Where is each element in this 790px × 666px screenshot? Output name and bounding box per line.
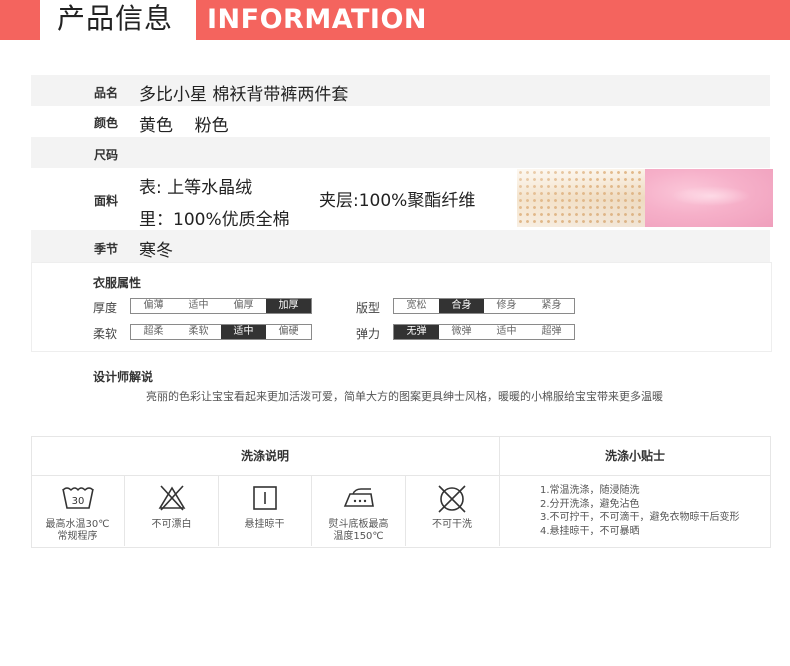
svg-text:30: 30 [71, 496, 84, 507]
wash-item: 不可干洗 [405, 475, 500, 546]
pink-fabric-fold [671, 186, 751, 206]
name-label: 品名 [94, 86, 119, 100]
elasticity-label: 弹力 [356, 327, 381, 341]
thickness-option-selected: 加厚 [266, 299, 311, 313]
section-title-en: INFORMATION [207, 4, 428, 35]
elasticity-option-selected: 无弹 [394, 325, 439, 339]
fit-option-selected: 合身 [439, 299, 484, 313]
color-value: 黄色 粉色 [139, 116, 229, 136]
wash-item-line2: 温度150℃ [333, 531, 384, 542]
fit-option: 紧身 [541, 300, 562, 311]
elasticity-options: 无弹 微弹 适中 超弹 [393, 324, 575, 340]
thickness-options: 偏薄 适中 偏厚 加厚 [130, 298, 312, 314]
wash-30-icon: 30 [61, 487, 94, 509]
fit-option: 修身 [496, 300, 517, 311]
fit-options: 宽松 合身 修身 紧身 [393, 298, 575, 314]
size-label: 尺码 [94, 148, 119, 162]
wash-item: 熨斗底板最高 温度150℃ [312, 475, 406, 546]
info-row-season: 季节 寒冬 [31, 230, 770, 262]
iron-150-icon [343, 488, 374, 507]
tip-line: 1.常温洗涤，随浸随洗 [540, 485, 640, 496]
fit-label: 版型 [356, 301, 381, 315]
tip-line: 4.悬挂晾干，不可暴晒 [540, 525, 640, 537]
wash-item-line1: 熨斗底板最高 [328, 519, 389, 530]
softness-option-selected: 适中 [221, 325, 266, 339]
yellow-fabric-shade [517, 169, 645, 227]
wash-item-line1: 不可干洗 [432, 519, 472, 530]
elasticity-option: 适中 [496, 326, 517, 337]
info-row-fabric: 面料 表: 上等水晶绒 里：100%优质全棉 夹层:100%聚酯纤维 [31, 168, 773, 230]
softness-option: 偏硬 [278, 326, 299, 337]
designer-title: 设计师解说 [93, 370, 154, 384]
fabric-outer: 表: 上等水晶绒 [139, 178, 253, 198]
no-dry-clean-icon [438, 485, 466, 513]
softness-option: 柔软 [188, 326, 209, 337]
hang-dry-icon [252, 486, 277, 510]
tip-line: 2.分开洗涤，避免沾色 [540, 498, 640, 510]
wash-item: 不可漂白 [125, 475, 219, 546]
softness-options: 超柔 柔软 适中 偏硬 [130, 324, 312, 340]
section-title-cn: 产品信息 [57, 2, 174, 35]
fit-option: 宽松 [406, 300, 427, 311]
thickness-option: 偏薄 [143, 300, 164, 311]
thickness-option: 适中 [188, 300, 209, 311]
season-value: 寒冬 [139, 241, 173, 261]
fabric-middle: 夹层:100%聚酯纤维 [319, 191, 476, 211]
wash-item: 30 最高水温30℃ 常规程序 [31, 475, 125, 546]
fabric-inner: 里：100%优质全棉 [139, 210, 290, 230]
elasticity-option: 微弹 [451, 326, 472, 337]
info-row-color: 颜色 黄色 粉色 [31, 106, 770, 137]
fabric-label: 面料 [94, 194, 119, 208]
washing-tips: 1.常温洗涤，随浸随洗 2.分开洗涤，避免沾色 3.不可拧干，不可滴干，避免衣物… [540, 484, 740, 538]
color-label: 颜色 [94, 116, 119, 130]
designer-text: 亮丽的色彩让宝宝看起来更加活泼可爱，简单大方的图案更具绅士风格，暖暖的小棉服给宝… [146, 390, 663, 403]
wash-item-line2: 常规程序 [57, 531, 98, 542]
elasticity-option: 超弹 [541, 326, 562, 337]
softness-option: 超柔 [143, 326, 164, 337]
wash-item-line1: 悬挂晾干 [244, 519, 285, 530]
softness-label: 柔软 [93, 327, 118, 341]
washing-title: 洗涤说明 [31, 437, 499, 476]
thickness-label: 厚度 [93, 301, 118, 315]
thickness-option: 偏厚 [233, 300, 254, 311]
tips-title: 洗涤小贴士 [499, 437, 770, 476]
name-value: 多比小星 棉袄背带裤两件套 [139, 85, 349, 105]
attributes-title: 衣服属性 [93, 276, 142, 290]
season-label: 季节 [94, 242, 119, 256]
tip-line: 3.不可拧干，不可滴干，避免衣物晾干后变形 [540, 512, 740, 523]
no-bleach-icon [158, 485, 185, 511]
wash-item: 悬挂晾干 [218, 475, 312, 546]
wash-item-line1: 最高水温30℃ [45, 519, 110, 530]
info-row-size: 尺码 [31, 137, 770, 168]
info-row-name: 品名 多比小星 棉袄背带裤两件套 [31, 75, 770, 106]
wash-item-line1: 不可漂白 [151, 519, 192, 530]
